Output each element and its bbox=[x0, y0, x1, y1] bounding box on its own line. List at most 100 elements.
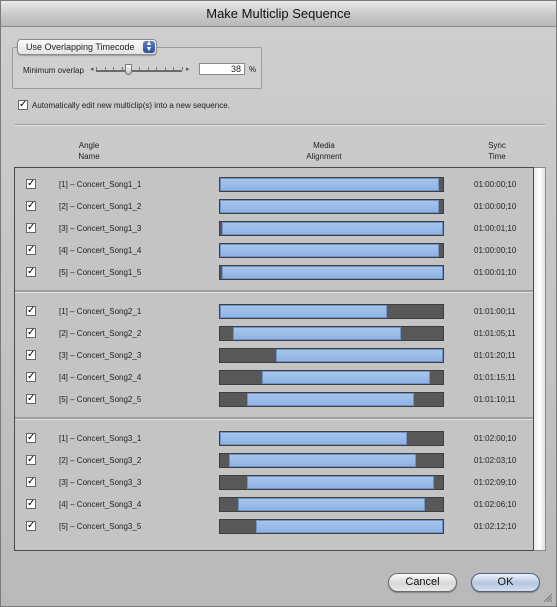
ok-button[interactable]: OK bbox=[471, 573, 540, 592]
clip-group: ✓ [1] – Concert_Song1_1 01:00:00;10 ✓ [2] – … bbox=[15, 172, 533, 296]
sync-time: 01:01:15;11 bbox=[474, 373, 516, 382]
include-angle-checkbox[interactable]: ✓ bbox=[26, 306, 36, 316]
cancel-button[interactable]: Cancel bbox=[388, 573, 457, 592]
media-extent bbox=[220, 305, 388, 318]
angle-name: [1] – Concert_Song3_1 bbox=[59, 434, 142, 443]
auto-edit-checkbox[interactable]: ✓ bbox=[18, 100, 28, 110]
sync-mode-popup[interactable]: Use Overlapping Timecode ▲ ▼ bbox=[17, 39, 157, 55]
clip-row[interactable]: ✓ [4] – Concert_Song3_4 01:02:06;10 bbox=[15, 495, 533, 517]
angle-name: [4] – Concert_Song2_4 bbox=[59, 373, 142, 382]
window-title: Make Multiclip Sequence bbox=[206, 6, 351, 21]
slider-tick bbox=[173, 67, 175, 70]
include-angle-checkbox[interactable]: ✓ bbox=[26, 433, 36, 443]
media-extent bbox=[220, 200, 439, 213]
media-extent bbox=[237, 498, 426, 511]
minimum-overlap-label: Minimum overlap bbox=[23, 66, 84, 75]
header-angle: Angle bbox=[78, 141, 100, 150]
sync-time: 01:01:20;11 bbox=[474, 351, 516, 360]
include-angle-checkbox[interactable]: ✓ bbox=[26, 328, 36, 338]
angle-name: [2] – Concert_Song1_2 bbox=[59, 202, 142, 211]
clip-row[interactable]: ✓ [5] – Concert_Song2_5 01:01:10;11 bbox=[15, 390, 533, 412]
header-sync: Sync bbox=[488, 141, 506, 150]
media-extent bbox=[255, 520, 443, 533]
angle-name: [5] – Concert_Song2_5 bbox=[59, 395, 142, 404]
sync-time: 01:02:12;10 bbox=[474, 522, 517, 531]
media-extent bbox=[246, 476, 435, 489]
list-scrollbar[interactable] bbox=[534, 167, 546, 551]
clip-row[interactable]: ✓ [4] – Concert_Song1_4 01:00:00;10 bbox=[15, 241, 533, 263]
media-alignment-header: Media Alignment bbox=[289, 140, 359, 162]
angle-name: [3] – Concert_Song2_3 bbox=[59, 351, 142, 360]
clip-row[interactable]: ✓ [5] – Concert_Song1_5 01:00:01;10 bbox=[15, 263, 533, 285]
sync-time: 01:01:00;11 bbox=[474, 307, 516, 316]
multiclip-list[interactable]: ✓ [1] – Concert_Song1_1 01:00:00;10 ✓ [2] – … bbox=[14, 167, 534, 551]
media-extent bbox=[222, 222, 443, 235]
include-angle-checkbox[interactable]: ✓ bbox=[26, 201, 36, 211]
group-separator bbox=[15, 290, 533, 292]
include-angle-checkbox[interactable]: ✓ bbox=[26, 267, 36, 277]
media-alignment-bar bbox=[219, 348, 444, 363]
auto-edit-label: Automatically edit new multiclip(s) into… bbox=[32, 101, 230, 110]
overlap-slider-track[interactable] bbox=[96, 70, 182, 72]
clip-row[interactable]: ✓ [3] – Concert_Song1_3 01:00:01;10 bbox=[15, 219, 533, 241]
resize-grip-icon[interactable] bbox=[542, 592, 552, 602]
media-alignment-bar bbox=[219, 243, 444, 258]
angle-name: [2] – Concert_Song3_2 bbox=[59, 456, 142, 465]
media-alignment-bar bbox=[219, 177, 444, 192]
clip-row[interactable]: ✓ [2] – Concert_Song2_2 01:01:05;11 bbox=[15, 324, 533, 346]
media-extent bbox=[275, 349, 443, 362]
popup-arrows-icon: ▲ ▼ bbox=[143, 40, 155, 53]
include-angle-checkbox[interactable]: ✓ bbox=[26, 179, 36, 189]
media-alignment-bar bbox=[219, 431, 444, 446]
include-angle-checkbox[interactable]: ✓ bbox=[26, 477, 36, 487]
sync-time: 01:02:03;10 bbox=[474, 456, 517, 465]
include-angle-checkbox[interactable]: ✓ bbox=[26, 223, 36, 233]
slider-tick bbox=[164, 67, 166, 70]
include-angle-checkbox[interactable]: ✓ bbox=[26, 499, 36, 509]
percent-unit: % bbox=[249, 65, 257, 74]
include-angle-checkbox[interactable]: ✓ bbox=[26, 372, 36, 382]
slider-right-arrow-icon[interactable]: ▸ bbox=[186, 65, 190, 73]
slider-tick bbox=[182, 67, 183, 70]
angle-name: [5] – Concert_Song3_5 bbox=[59, 522, 142, 531]
include-angle-checkbox[interactable]: ✓ bbox=[26, 350, 36, 360]
overlap-percent-field[interactable]: 38 bbox=[199, 63, 245, 75]
media-extent bbox=[222, 266, 443, 279]
angle-name: [1] – Concert_Song2_1 bbox=[59, 307, 142, 316]
include-angle-checkbox[interactable]: ✓ bbox=[26, 245, 36, 255]
media-extent bbox=[233, 327, 401, 340]
sync-time: 01:01:10;11 bbox=[474, 395, 516, 404]
media-alignment-bar bbox=[219, 370, 444, 385]
clip-group: ✓ [1] – Concert_Song3_1 01:02:00;10 ✓ [2] – … bbox=[15, 426, 533, 550]
angle-name: [3] – Concert_Song3_3 bbox=[59, 478, 142, 487]
sync-time: 01:00:01;10 bbox=[474, 224, 517, 233]
angle-name: [4] – Concert_Song1_4 bbox=[59, 246, 142, 255]
angle-name: [1] – Concert_Song1_1 bbox=[59, 180, 142, 189]
clip-group: ✓ [1] – Concert_Song2_1 01:01:00;11 ✓ [2] – … bbox=[15, 299, 533, 423]
sync-time: 01:00:00;10 bbox=[474, 180, 517, 189]
clip-row[interactable]: ✓ [1] – Concert_Song3_1 01:02:00;10 bbox=[15, 429, 533, 451]
media-extent bbox=[220, 432, 408, 445]
angle-name: [3] – Concert_Song1_3 bbox=[59, 224, 142, 233]
include-angle-checkbox[interactable]: ✓ bbox=[26, 455, 36, 465]
slider-left-arrow-icon[interactable]: ◂ bbox=[90, 65, 94, 73]
media-alignment-bar bbox=[219, 519, 444, 534]
include-angle-checkbox[interactable]: ✓ bbox=[26, 521, 36, 531]
clip-row[interactable]: ✓ [1] – Concert_Song2_1 01:01:00;11 bbox=[15, 302, 533, 324]
include-angle-checkbox[interactable]: ✓ bbox=[26, 394, 36, 404]
media-extent bbox=[246, 393, 414, 406]
clip-row[interactable]: ✓ [3] – Concert_Song3_3 01:02:09;10 bbox=[15, 473, 533, 495]
media-alignment-bar bbox=[219, 326, 444, 341]
slider-tick bbox=[104, 67, 106, 70]
clip-row[interactable]: ✓ [4] – Concert_Song2_4 01:01:15;11 bbox=[15, 368, 533, 390]
media-alignment-bar bbox=[219, 497, 444, 512]
title-bar[interactable]: Make Multiclip Sequence bbox=[1, 1, 556, 27]
clip-row[interactable]: ✓ [1] – Concert_Song1_1 01:00:00;10 bbox=[15, 175, 533, 197]
overlap-slider-thumb[interactable] bbox=[124, 64, 132, 75]
angle-name: [4] – Concert_Song3_4 bbox=[59, 500, 142, 509]
clip-row[interactable]: ✓ [2] – Concert_Song3_2 01:02:03;10 bbox=[15, 451, 533, 473]
clip-row[interactable]: ✓ [2] – Concert_Song1_2 01:00:00;10 bbox=[15, 197, 533, 219]
clip-row[interactable]: ✓ [5] – Concert_Song3_5 01:02:12;10 bbox=[15, 517, 533, 539]
media-alignment-bar bbox=[219, 475, 444, 490]
clip-row[interactable]: ✓ [3] – Concert_Song2_3 01:01:20;11 bbox=[15, 346, 533, 368]
